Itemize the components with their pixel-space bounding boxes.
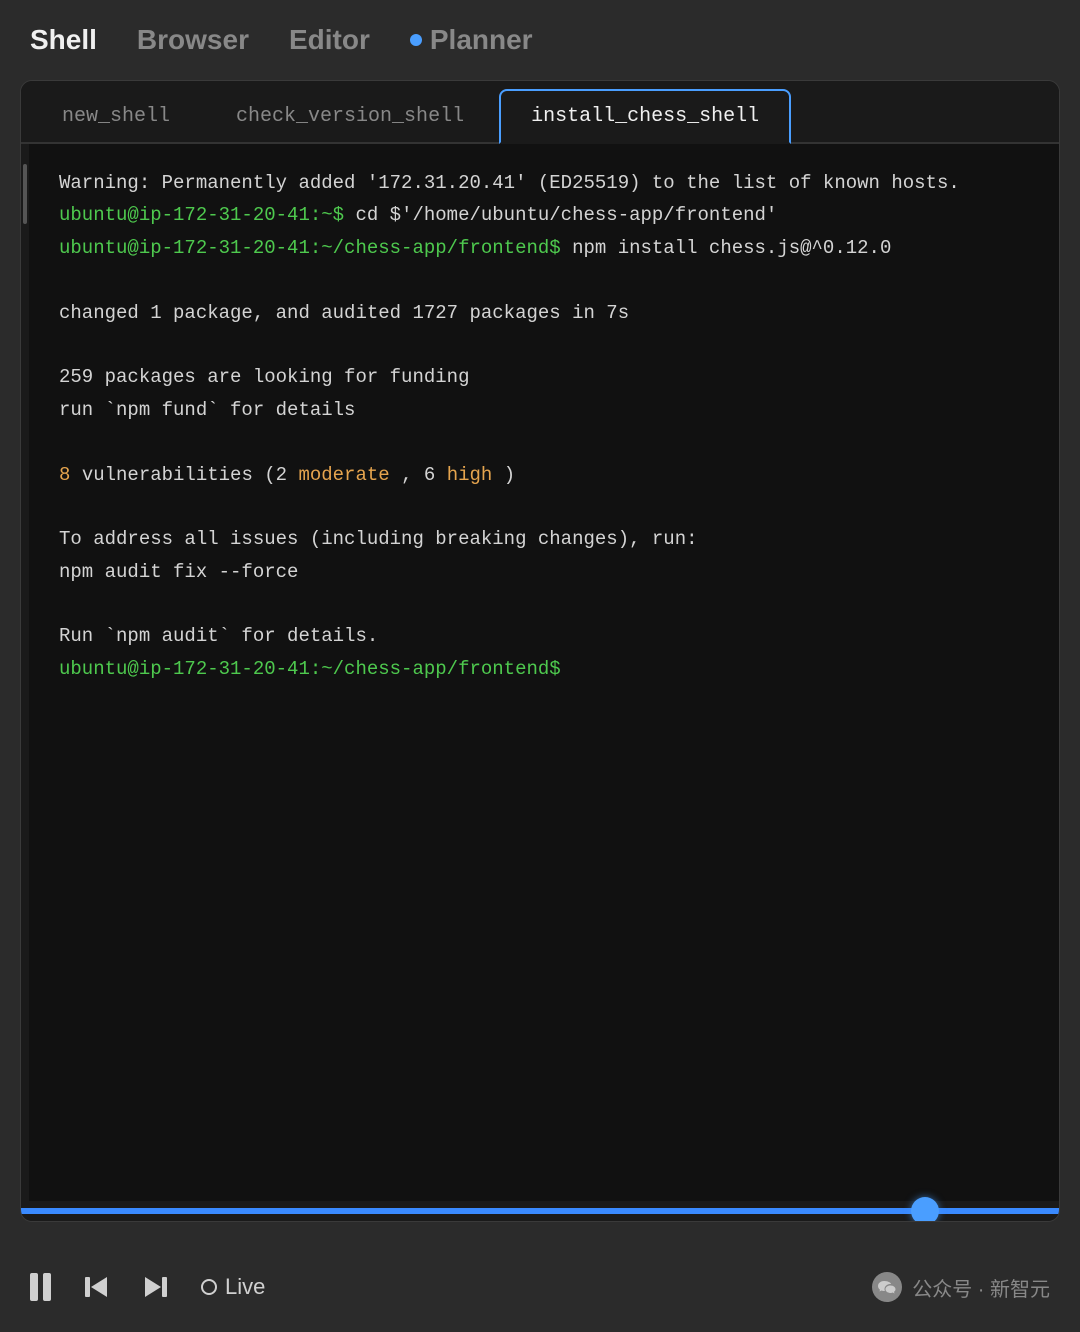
terminal-line-7: 259 packages are looking for funding <box>59 362 1029 392</box>
nav-item-planner[interactable]: Planner <box>410 16 533 64</box>
live-label: Live <box>225 1274 265 1300</box>
tab-check-version-shell[interactable]: check_version_shell <box>205 90 495 142</box>
terminal-line-14 <box>59 589 1029 619</box>
live-indicator[interactable]: Live <box>201 1274 265 1300</box>
nav-item-shell[interactable]: Shell <box>30 16 97 64</box>
terminal-line-5: changed 1 package, and audited 1727 pack… <box>59 298 1029 328</box>
watermark: 公众号 · 新智元 <box>872 1272 1050 1302</box>
top-nav: Shell Browser Editor Planner <box>0 0 1080 80</box>
pause-icon <box>30 1273 51 1301</box>
terminal-line-9 <box>59 427 1029 457</box>
wechat-icon <box>872 1272 902 1302</box>
scroll-thumb <box>23 164 27 224</box>
terminal-line-1: Warning: Permanently added '172.31.20.41… <box>59 168 1029 198</box>
live-circle-icon <box>201 1279 217 1295</box>
terminal-line-3: ubuntu@ip-172-31-20-41:~/chess-app/front… <box>59 233 1029 263</box>
progress-track <box>21 1208 1059 1214</box>
terminal-line-11 <box>59 492 1029 522</box>
tab-new-shell[interactable]: new_shell <box>31 90 201 142</box>
terminal-line-13: npm audit fix --force <box>59 557 1029 587</box>
skip-forward-icon <box>141 1272 171 1302</box>
bottom-controls: Live 公众号 · 新智元 <box>0 1242 1080 1332</box>
progress-bar-container[interactable] <box>21 1201 1059 1221</box>
skip-forward-button[interactable] <box>141 1272 171 1302</box>
skip-back-button[interactable] <box>81 1272 111 1302</box>
main-content: new_shell check_version_shell install_ch… <box>0 80 1080 1242</box>
left-scrollbar[interactable] <box>21 144 29 1201</box>
watermark-text: 公众号 · 新智元 <box>912 1273 1050 1302</box>
terminal-wrapper: Warning: Permanently added '172.31.20.41… <box>21 144 1059 1201</box>
pause-button[interactable] <box>30 1273 51 1301</box>
planner-dot-icon <box>410 34 422 46</box>
playback-controls: Live <box>30 1272 872 1302</box>
terminal-line-8: run `npm fund` for details <box>59 395 1029 425</box>
terminal-line-10: 8 vulnerabilities (2 moderate , 6 high ) <box>59 460 1029 490</box>
terminal-body[interactable]: Warning: Permanently added '172.31.20.41… <box>29 144 1059 1201</box>
terminal-container: new_shell check_version_shell install_ch… <box>20 80 1060 1222</box>
progress-thumb[interactable] <box>911 1197 939 1222</box>
nav-item-browser[interactable]: Browser <box>137 16 249 64</box>
tab-install-chess-shell[interactable]: install_chess_shell <box>499 89 791 144</box>
tab-bar: new_shell check_version_shell install_ch… <box>21 81 1059 144</box>
terminal-line-2: ubuntu@ip-172-31-20-41:~$ cd $'/home/ubu… <box>59 200 1029 230</box>
nav-item-editor[interactable]: Editor <box>289 16 370 64</box>
terminal-line-4 <box>59 265 1029 295</box>
terminal-line-12: To address all issues (including breakin… <box>59 524 1029 554</box>
terminal-line-15: Run `npm audit` for details. <box>59 621 1029 651</box>
terminal-line-16: ubuntu@ip-172-31-20-41:~/chess-app/front… <box>59 654 1029 684</box>
skip-back-icon <box>81 1272 111 1302</box>
terminal-line-6 <box>59 330 1029 360</box>
